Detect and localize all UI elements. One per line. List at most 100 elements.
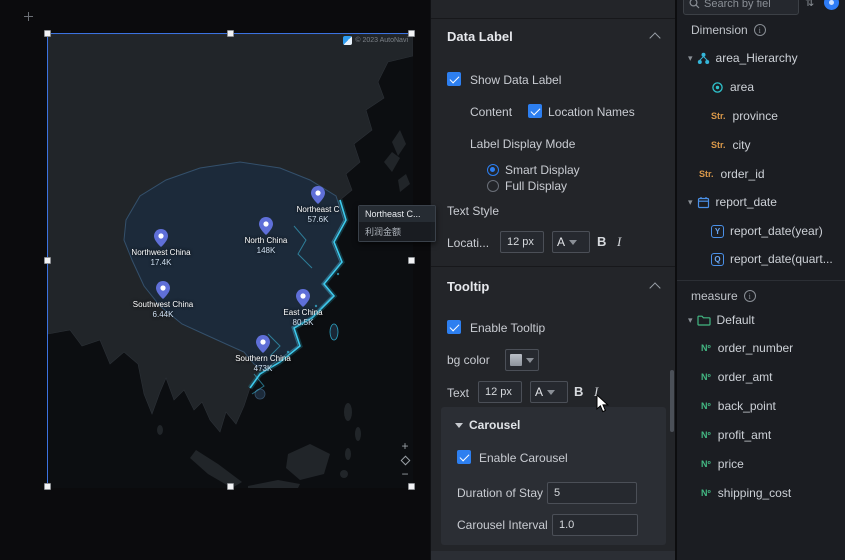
map-widget[interactable]: © 2023 AutoNavi Northeast C 57.6K North …: [44, 30, 436, 490]
color-swatch: [510, 354, 522, 366]
measure-header: measure i: [691, 289, 756, 303]
number-type-icon: Nº: [701, 430, 711, 440]
collapse-data-label-icon[interactable]: [649, 32, 661, 44]
move-handle-icon: [24, 12, 33, 21]
selection-handle-w[interactable]: [44, 257, 51, 264]
field-row-area[interactable]: area: [677, 73, 845, 101]
enable-carousel-checkbox[interactable]: [457, 450, 471, 464]
smart-display-radio[interactable]: [487, 164, 499, 176]
field-row-report-date-quarter[interactable]: Q report_date(quart...: [677, 245, 845, 273]
carousel-expand-icon[interactable]: [455, 422, 463, 428]
chart-settings-panel: Data Label Show Data Label Content Locat…: [430, 0, 675, 560]
field-row-order-amt[interactable]: Nº order_amt: [677, 363, 845, 391]
field-row-province[interactable]: Str. province: [677, 102, 845, 130]
location-names-text: Location Names: [548, 105, 635, 119]
dimension-title: Dimension: [691, 23, 748, 37]
map-tooltip-title: Northeast C...: [359, 206, 435, 222]
label-font-color-select[interactable]: A: [552, 231, 590, 253]
chevron-down-icon: [569, 239, 578, 245]
field-label: profit_amt: [717, 428, 772, 442]
label-bold-button[interactable]: B: [597, 234, 606, 249]
enable-carousel-text: Enable Carousel: [479, 451, 568, 465]
collapse-tooltip-icon[interactable]: [649, 282, 661, 294]
field-label: report_date(year): [730, 224, 823, 238]
selection-handle-sw[interactable]: [44, 483, 51, 490]
tooltip-font-size-select[interactable]: 12 px: [478, 381, 522, 403]
chevron-expand-icon[interactable]: ▾: [688, 315, 693, 326]
dimension-header: Dimension i: [691, 23, 766, 37]
field-row-report-date[interactable]: ▾ report_date: [677, 188, 845, 216]
field-row-report-date-year[interactable]: Y report_date(year): [677, 217, 845, 245]
field-row-default-group[interactable]: ▾ Default: [677, 306, 845, 334]
map-label: Northwest China 17.4K: [131, 248, 191, 267]
show-data-label-checkbox[interactable]: [447, 72, 461, 86]
chevron-down-icon: [547, 389, 556, 395]
map-tooltip-measure: 利润金额: [359, 222, 435, 241]
map-zoom-controls: + −: [397, 439, 413, 482]
selection-handle-se[interactable]: [408, 483, 415, 490]
chevron-expand-icon[interactable]: ▾: [688, 197, 693, 208]
label-display-mode-label: Label Display Mode: [470, 137, 576, 151]
map-label: North China 148K: [244, 236, 288, 255]
china-map: [48, 34, 413, 488]
label-italic-button[interactable]: I: [617, 234, 621, 250]
label-font-size-select[interactable]: 12 px: [500, 231, 544, 253]
carousel-title: Carousel: [469, 418, 521, 432]
location-names-checkbox[interactable]: [528, 104, 542, 118]
ai-assistant-icon[interactable]: [824, 0, 839, 10]
enable-tooltip-text: Enable Tooltip: [470, 321, 546, 335]
field-label: Default: [716, 313, 755, 327]
show-data-label-text: Show Data Label: [470, 73, 562, 87]
field-label: order_amt: [717, 370, 773, 384]
info-icon[interactable]: i: [753, 24, 766, 36]
selection-handle-n[interactable]: [227, 30, 234, 37]
carousel-interval-label: Carousel Interval: [457, 518, 548, 532]
font-color-a: A: [535, 385, 544, 399]
chevron-expand-icon[interactable]: ▾: [688, 53, 693, 64]
string-type-icon: Str.: [711, 140, 726, 150]
tooltip-font-color-select[interactable]: A: [530, 381, 568, 403]
zoom-in-button[interactable]: +: [397, 439, 413, 454]
map-attribution: © 2023 AutoNavi: [343, 36, 408, 45]
carousel-interval-input[interactable]: [552, 514, 638, 536]
smart-display-text: Smart Display: [505, 163, 580, 177]
info-icon[interactable]: i: [743, 290, 756, 302]
selection-handle-nw[interactable]: [44, 30, 51, 37]
tooltip-bold-button[interactable]: B: [574, 384, 583, 399]
map-label: Northeast C 57.6K: [296, 205, 340, 224]
field-label: price: [717, 457, 744, 471]
measure-title: measure: [691, 289, 738, 303]
field-row-order-id[interactable]: Str. order_id: [677, 160, 845, 188]
selection-handle-ne[interactable]: [408, 30, 415, 37]
field-row-price[interactable]: Nº price: [677, 450, 845, 478]
number-type-icon: Nº: [701, 343, 711, 353]
selection-handle-s[interactable]: [227, 483, 234, 490]
field-search-input[interactable]: Search by fiel: [683, 0, 799, 15]
sort-fields-icon[interactable]: ⇅: [805, 0, 814, 9]
field-row-shipping-cost[interactable]: Nº shipping_cost: [677, 479, 845, 507]
full-display-text: Full Display: [505, 179, 568, 193]
duration-of-stay-input[interactable]: [547, 482, 637, 504]
content-label: Content: [470, 105, 513, 119]
bg-color-picker[interactable]: [505, 349, 539, 371]
compass-icon[interactable]: [400, 455, 410, 466]
search-icon: [689, 0, 700, 9]
full-display-radio[interactable]: [487, 180, 499, 192]
field-search-placeholder: Search by fiel: [704, 0, 771, 10]
map-label: Southern China 473K: [235, 354, 291, 373]
font-color-a: A: [557, 235, 566, 249]
map-canvas[interactable]: © 2023 AutoNavi Northeast C 57.6K North …: [0, 0, 436, 560]
field-row-area-hierarchy[interactable]: ▾ area_Hierarchy: [677, 44, 845, 72]
settings-scrollbar[interactable]: [670, 370, 674, 432]
field-label: order_number: [717, 341, 794, 355]
field-row-back-point[interactable]: Nº back_point: [677, 392, 845, 420]
field-row-profit-amt[interactable]: Nº profit_amt: [677, 421, 845, 449]
field-row-city[interactable]: Str. city: [677, 131, 845, 159]
field-row-order-number[interactable]: Nº order_number: [677, 334, 845, 362]
selection-handle-e[interactable]: [408, 257, 415, 264]
field-label: city: [732, 138, 751, 152]
zoom-out-button[interactable]: −: [397, 467, 413, 482]
bi-dashboard-editor: © 2023 AutoNavi Northeast C 57.6K North …: [0, 0, 845, 560]
enable-tooltip-checkbox[interactable]: [447, 320, 461, 334]
geo-icon: [712, 81, 723, 93]
